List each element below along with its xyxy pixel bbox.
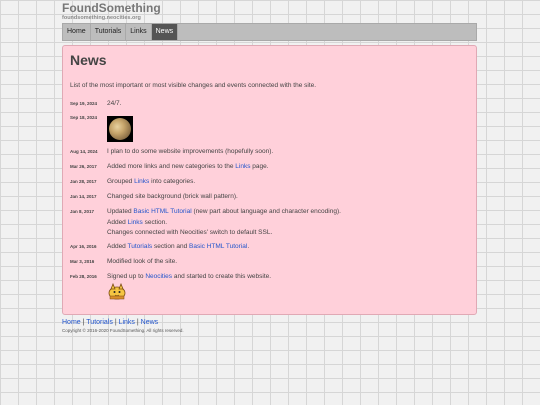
- links-link[interactable]: Links: [128, 219, 143, 226]
- footer-nav: Home | Tutorials | Links | News: [62, 319, 184, 326]
- entry-text: I plan to do some website improvements (…: [107, 148, 274, 155]
- entry-text-part: Updated: [107, 208, 134, 215]
- page-intro: List of the most important or most visib…: [70, 82, 317, 89]
- basic-html-tutorial-link[interactable]: Basic HTML Tutorial: [133, 208, 191, 215]
- entry-text-part: into categories.: [149, 178, 196, 185]
- entry-text-part: page.: [250, 163, 269, 170]
- entry-text-part: and started to create this website.: [172, 273, 272, 280]
- main-nav: Home Tutorials Links News: [62, 23, 477, 41]
- news-panel: News List of the most important or most …: [62, 45, 477, 315]
- entry-date: Apr 16, 2016: [70, 244, 97, 249]
- footer-home-link[interactable]: Home: [62, 319, 81, 326]
- entry-text-part: (new part about language and character e…: [191, 208, 341, 215]
- nav-links[interactable]: Links: [126, 24, 152, 40]
- entry-text: Grouped Links into categories.: [107, 177, 195, 188]
- entry-date: Mar 26, 2017: [70, 164, 97, 169]
- site-footer: Home | Tutorials | Links | News Copyrigh…: [62, 319, 184, 333]
- entry-text-part: Added: [107, 243, 128, 250]
- nav-news[interactable]: News: [151, 24, 179, 40]
- entry-date: Sep 19, 2024: [70, 101, 98, 106]
- neocities-cat-icon: [108, 283, 126, 300]
- copyright: Copyright © 2016-2020 FoundSomething. Al…: [62, 328, 184, 333]
- neocities-link[interactable]: Neocities: [145, 273, 172, 280]
- entry-date: Jan 14, 2017: [70, 194, 97, 199]
- entry-text-part: Grouped: [107, 178, 135, 185]
- entry-text-part: Added more links and new categories to t…: [107, 163, 236, 170]
- basic-html-tutorial-link[interactable]: Basic HTML Tutorial: [189, 243, 247, 250]
- entry-text: Signed up to Neocities and started to cr…: [107, 272, 271, 283]
- moon-photo: [107, 116, 133, 142]
- entry-text: 24/7.: [107, 100, 122, 107]
- entry-date: Jan 28, 2017: [70, 179, 97, 184]
- site-domain: foundsomething.neocities.org: [62, 15, 141, 21]
- entry-text: Added more links and new categories to t…: [107, 162, 269, 173]
- entry-date: Jan 8, 2017: [70, 209, 95, 214]
- entry-date: Aug 14, 2024: [70, 149, 98, 154]
- nav-home[interactable]: Home: [63, 24, 91, 40]
- moon-disc: [109, 118, 131, 140]
- entry-text: Modified look of the site.: [107, 258, 178, 265]
- entry-text-part: Changes connected with Neocities' switch…: [107, 229, 273, 236]
- entry-text: Changed site background (brick wall patt…: [107, 193, 238, 200]
- page-title: News: [70, 52, 107, 68]
- site-header: FoundSomething foundsomething.neocities.…: [62, 2, 161, 22]
- nav-tutorials[interactable]: Tutorials: [91, 24, 127, 40]
- entry-date: Mar 3, 2016: [70, 259, 95, 264]
- entry-date: Feb 28, 2016: [70, 274, 97, 279]
- entry-text-part: section and: [152, 243, 190, 250]
- entry-text-part: .: [247, 243, 250, 250]
- entry-text-part: Signed up to: [107, 273, 146, 280]
- entry-text-part: section.: [142, 218, 168, 226]
- tutorials-link[interactable]: Tutorials: [127, 243, 152, 250]
- footer-news-link[interactable]: News: [141, 319, 159, 326]
- entry-text: Added Tutorials section and Basic HTML T…: [107, 242, 249, 253]
- links-link[interactable]: Links: [235, 163, 250, 170]
- footer-links-link[interactable]: Links: [119, 319, 135, 326]
- entry-text-part: Added: [107, 218, 128, 226]
- site-title[interactable]: FoundSomething: [62, 2, 161, 15]
- entry-text: Updated Basic HTML Tutorial (new part ab…: [107, 207, 341, 239]
- links-link[interactable]: Links: [134, 178, 149, 185]
- entry-date: Sep 18, 2024: [70, 115, 98, 120]
- footer-tutorials-link[interactable]: Tutorials: [86, 319, 113, 326]
